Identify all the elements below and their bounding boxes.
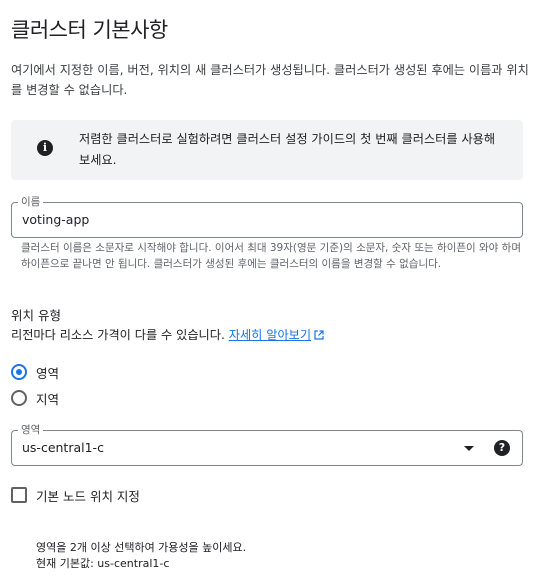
learn-more-link-text: 자세히 알아보기 [228,328,312,342]
intro-text: 여기에서 지정한 이름, 버전, 위치의 새 클러스터가 생성됩니다. 클러스터… [11,63,529,97]
page-title: 클러스터 기본사항 [11,18,168,42]
zone-select-label: 영역 [18,423,44,437]
name-field-value[interactable]: voting-app [22,212,89,227]
default-node-locations-checkbox[interactable] [11,487,27,503]
radio-zonal[interactable] [11,364,27,380]
node-locations-note: 영역을 2개 이상 선택하여 가용성을 높이세요. 현재 기본값: us-cen… [36,540,246,572]
name-field-hint: 클러스터 이름은 소문자로 시작해야 합니다. 이어서 최대 39자(영문 기준… [21,242,521,270]
price-note: 리전마다 리소스 가격이 다를 수 있습니다. 자세히 알아보기 [11,325,324,343]
cluster-basics-panel: 클러스터 기본사항 여기에서 지정한 이름, 버전, 위치의 새 클러스터가 생… [0,0,539,578]
zone-select[interactable]: 영역 us-central1-c ? [11,423,523,466]
radio-regional[interactable] [11,390,27,406]
info-banner: i 저렴한 클러스터로 실험하려면 클러스터 설정 가이드의 첫 번째 클러스터… [11,120,523,180]
info-banner-text: 저렴한 클러스터로 실험하려면 클러스터 설정 가이드의 첫 번째 클러스터를 … [79,132,496,167]
node-locations-note-line2: 현재 기본값: us-central1-c [36,557,170,570]
open-in-new-icon [314,330,324,340]
radio-regional-label[interactable]: 지역 [36,389,59,408]
node-locations-note-line1: 영역을 2개 이상 선택하여 가용성을 높이세요. [36,541,247,554]
chevron-down-icon[interactable] [464,446,474,451]
info-icon: i [37,140,53,156]
default-node-locations-label[interactable]: 기본 노드 위치 지정 [36,486,140,505]
name-field[interactable]: 이름 voting-app [11,195,523,238]
help-icon[interactable]: ? [494,440,510,456]
price-note-text: 리전마다 리소스 가격이 다를 수 있습니다. [11,328,225,342]
name-field-label: 이름 [18,195,44,209]
zone-select-value[interactable]: us-central1-c [22,440,104,455]
learn-more-link[interactable]: 자세히 알아보기 [229,328,324,342]
radio-zonal-label[interactable]: 영역 [36,363,59,382]
location-type-label: 위치 유형 [11,308,61,323]
